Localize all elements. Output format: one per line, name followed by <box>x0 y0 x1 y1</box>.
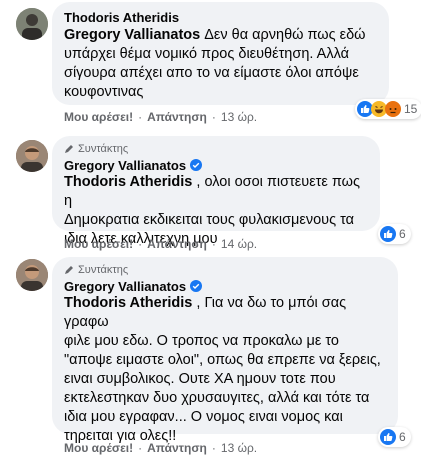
comment-actions: Μου αρέσει! · Απάντηση · 13 ώρ. <box>64 110 257 124</box>
author-badge: Συντάκτης <box>64 263 386 277</box>
reply-button[interactable]: Απάντηση <box>147 237 207 251</box>
author-badge: Συντάκτης <box>64 142 368 156</box>
reactions-summary[interactable]: 6 <box>378 224 411 244</box>
comment-text-line: σίγουρα απέχει απο το να είμαστε όλοι απ… <box>64 65 359 81</box>
comment-text-line: "αποψε ειμαστε ολοι", οπως θα επρεπε να … <box>64 352 381 368</box>
like-icon <box>380 429 396 445</box>
comment-bubble: Thodoris Atheridis Gregory Vallianatos Δ… <box>52 2 389 105</box>
comment-author[interactable]: Gregory Vallianatos <box>64 279 186 294</box>
comment-actions: Μου αρέσει! · Απάντηση · 13 ώρ. <box>64 441 257 455</box>
comment-author[interactable]: Gregory Vallianatos <box>64 158 186 173</box>
comment-3: Συντάκτης Gregory Vallianatos Thodoris A… <box>0 253 421 457</box>
comment-text-line: ιδια μου εγραφαν... Ο νομος ειναι νομος … <box>64 409 343 425</box>
separator-dot: · <box>138 441 143 455</box>
separator-dot: · <box>138 237 143 251</box>
comment-2: Συντάκτης Gregory Vallianatos Thodoris A… <box>0 130 421 251</box>
comment-text-line: ειναι συμβολικος. Ουτε ΧΑ ημουν τοτε που <box>64 371 336 387</box>
reaction-count: 6 <box>399 227 406 241</box>
comment-text: Thodoris Atheridis , Για να δω το μπόι σ… <box>64 294 386 446</box>
author-badge-label: Συντάκτης <box>78 143 129 155</box>
reaction-count: 15 <box>404 102 418 116</box>
verified-badge-icon <box>190 280 203 292</box>
comment-actions: Μου αρέσει! · Απάντηση · 14 ώρ. <box>64 237 257 251</box>
reactions-summary[interactable]: 6 <box>378 427 411 447</box>
reply-button[interactable]: Απάντηση <box>147 110 207 124</box>
avatar[interactable] <box>16 140 48 172</box>
reaction-count: 6 <box>399 430 406 444</box>
mention-tag[interactable]: Gregory Vallianatos <box>64 27 200 43</box>
angry-icon <box>385 101 401 117</box>
avatar[interactable] <box>16 259 48 291</box>
comment-author[interactable]: Thodoris Atheridis <box>64 10 179 25</box>
comment-timestamp[interactable]: 13 ώρ. <box>221 110 257 124</box>
mention-tag[interactable]: Thodoris Atheridis <box>64 295 192 311</box>
pen-icon <box>65 145 73 153</box>
separator-dot: · <box>211 441 216 455</box>
verified-badge-icon <box>190 159 203 171</box>
comment-text-line: εκτελεστηκαν δυο χρυσαυγιτες, αλλά και τ… <box>64 390 370 406</box>
comment-timestamp[interactable]: 14 ώρ. <box>221 237 257 251</box>
like-button[interactable]: Μου αρέσει! <box>64 441 133 455</box>
comment-text-line: Δεν θα αρνηθώ πως εδώ <box>200 27 366 43</box>
comment-text-line: υπάρχει θέμα νομικό προς διευθέτηση. Αλλ… <box>64 46 349 62</box>
comment-text-line: φιλε μου εδω. Ο τροπος να προκαλω με το <box>64 333 339 349</box>
profile-photo-icon <box>16 8 48 40</box>
comment-text: Gregory Vallianatos Δεν θα αρνηθώ πως εδ… <box>64 26 377 102</box>
like-button[interactable]: Μου αρέσει! <box>64 237 133 251</box>
separator-dot: · <box>211 237 216 251</box>
reactions-summary[interactable]: 15 <box>355 99 421 119</box>
author-badge-label: Συντάκτης <box>78 264 129 276</box>
reply-button[interactable]: Απάντηση <box>147 441 207 455</box>
comment-bubble: Συντάκτης Gregory Vallianatos Thodoris A… <box>52 257 398 444</box>
separator-dot: · <box>138 110 143 124</box>
comment-bubble: Συντάκτης Gregory Vallianatos Thodoris A… <box>52 136 380 247</box>
pen-icon <box>65 266 73 274</box>
separator-dot: · <box>211 110 216 124</box>
comment-1: Thodoris Atheridis Gregory Vallianatos Δ… <box>0 0 421 130</box>
profile-photo-icon <box>16 259 48 291</box>
like-button[interactable]: Μου αρέσει! <box>64 110 133 124</box>
avatar[interactable] <box>16 8 48 40</box>
comment-text-line: Δημοκρατια εκδικειται τους φυλακισμενους… <box>64 212 355 228</box>
mention-tag[interactable]: Thodoris Atheridis <box>64 174 192 190</box>
comment-text-line: κουφοντινας <box>64 84 144 100</box>
comment-timestamp[interactable]: 13 ώρ. <box>221 441 257 455</box>
like-icon <box>380 226 396 242</box>
profile-photo-icon <box>16 140 48 172</box>
